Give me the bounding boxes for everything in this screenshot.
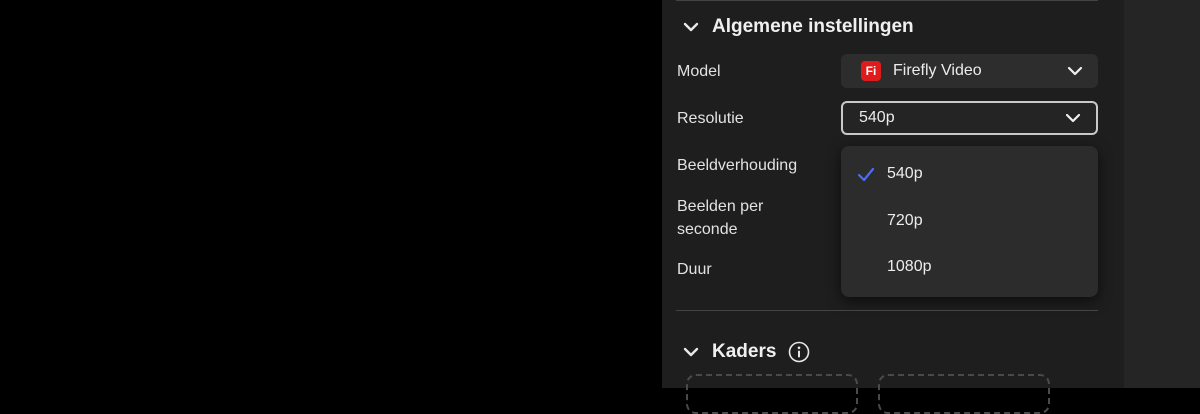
model-label: Model xyxy=(677,63,721,80)
chevron-down-icon xyxy=(1064,109,1082,127)
general-settings-header[interactable]: Algemene instellingen xyxy=(680,16,914,38)
right-side-rail xyxy=(1124,0,1200,388)
end-frame-slot[interactable] xyxy=(878,374,1050,414)
resolution-option-540p[interactable]: 540p xyxy=(841,154,1098,194)
fps-label-line2: seconde xyxy=(677,221,738,238)
chevron-down-icon xyxy=(680,341,702,363)
resolution-option-label: 1080p xyxy=(887,258,932,275)
frames-title: Kaders xyxy=(712,341,777,362)
duration-label: Duur xyxy=(677,261,712,278)
resolution-option-label: 540p xyxy=(887,165,923,182)
firefly-logo-icon: Fi xyxy=(861,61,881,81)
section-divider xyxy=(676,310,1098,311)
top-divider xyxy=(676,0,1098,1)
resolution-dropdown-menu: 540p 720p 1080p xyxy=(841,146,1098,297)
resolution-value: 540p xyxy=(859,109,895,126)
resolution-option-720p[interactable]: 720p xyxy=(841,201,1098,241)
resolution-option-1080p[interactable]: 1080p xyxy=(841,247,1098,287)
start-frame-slot[interactable] xyxy=(686,374,858,414)
checkmark-icon xyxy=(857,165,875,183)
resolution-select[interactable]: 540p xyxy=(841,101,1098,135)
info-icon[interactable] xyxy=(788,341,810,363)
model-select[interactable]: Fi Firefly Video xyxy=(841,54,1098,88)
aspect-ratio-label: Beeldverhouding xyxy=(677,157,798,174)
frames-header[interactable]: Kaders xyxy=(680,341,810,363)
fps-label-line1: Beelden per xyxy=(677,198,764,215)
chevron-down-icon xyxy=(1066,62,1084,80)
resolution-option-label: 720p xyxy=(887,212,923,229)
resolution-label: Resolutie xyxy=(677,110,744,127)
chevron-down-icon xyxy=(680,16,702,38)
video-preview-canvas xyxy=(0,0,662,388)
general-settings-title: Algemene instellingen xyxy=(712,16,914,37)
model-value: Firefly Video xyxy=(893,62,982,79)
